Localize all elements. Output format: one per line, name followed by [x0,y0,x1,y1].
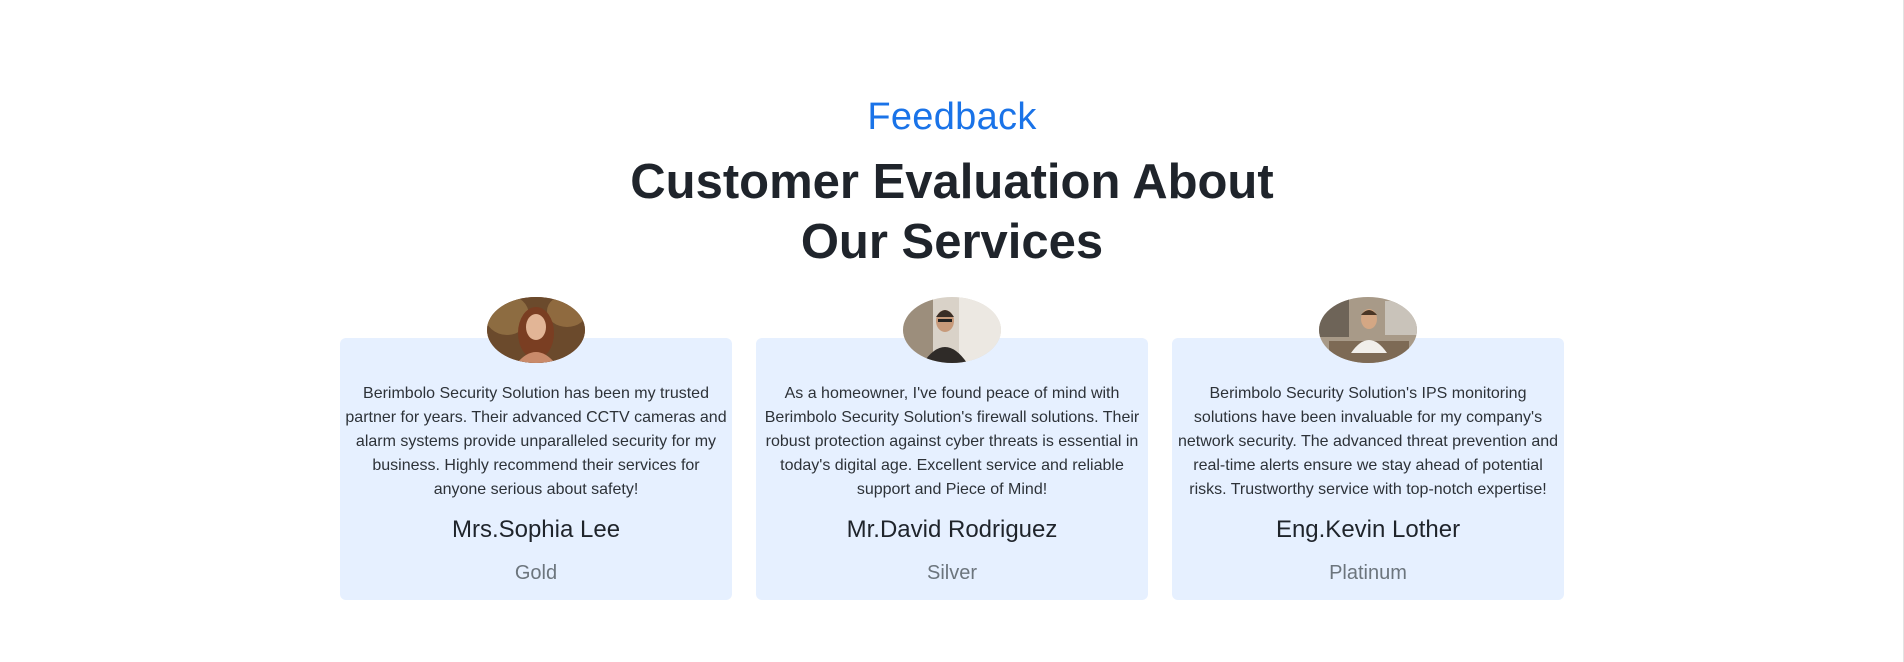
customer-tier: Platinum [1329,562,1407,584]
customer-tier: Silver [926,562,977,584]
section-eyebrow: Feedback [867,96,1037,138]
woman-portrait-photo-icon [487,297,585,363]
testimonial-card: Berimbolo Security Solution's IPS monito… [1172,297,1564,600]
man-office-portrait-photo-icon [1319,297,1417,363]
avatar [903,297,1001,363]
testimonial-quote: Berimbolo Security Solution has been my … [345,385,727,498]
page: Feedback Customer Evaluation About Our S… [0,0,1904,662]
testimonial-quote: Berimbolo Security Solution's IPS monito… [1177,385,1559,498]
section-title-line-2: Our Services [800,215,1104,269]
customer-name: Eng.Kevin Lother [1275,516,1461,543]
testimonial-quote: As a homeowner, I've found peace of mind… [764,385,1140,498]
avatar [1319,297,1417,363]
avatar [487,297,585,363]
customer-tier: Gold [514,562,558,584]
testimonial-card: Berimbolo Security Solution has been my … [340,297,732,600]
customer-name: Mrs.Sophia Lee [451,516,621,543]
section-title-line-1: Customer Evaluation About [630,155,1274,209]
testimonial-list: Berimbolo Security Solution has been my … [340,297,1564,600]
man-portrait-photo-icon [903,297,1001,363]
customer-name: Mr.David Rodriguez [846,516,1058,543]
testimonial-card: As a homeowner, I've found peace of mind… [756,297,1148,600]
section-title: Customer Evaluation About Our Services [0,152,1904,272]
